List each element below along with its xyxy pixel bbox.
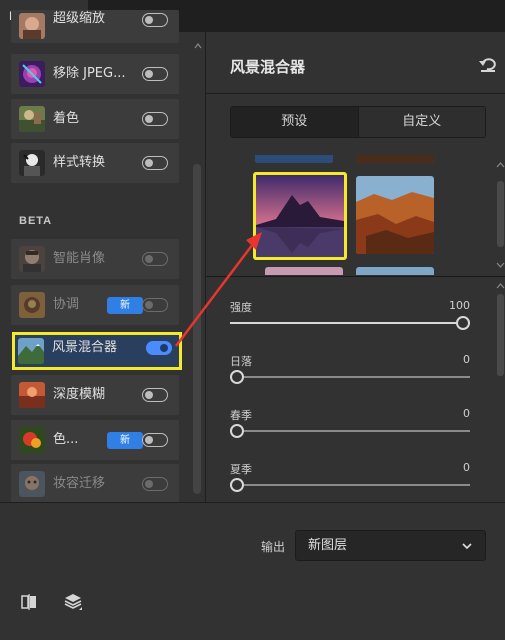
- preset-thumb-sunset-mountain[interactable]: [253, 172, 347, 260]
- filter-item-super-zoom[interactable]: 超级缩放: [11, 10, 179, 43]
- filter-label: 妆容迁移: [53, 476, 106, 491]
- slider-label: 夏季: [230, 463, 252, 476]
- slider-handle[interactable]: [230, 370, 244, 384]
- preset-gallery: [206, 155, 495, 275]
- slider-value[interactable]: 0: [463, 407, 470, 420]
- filter-label: 深度模糊: [53, 387, 106, 402]
- filter-label: 着色: [53, 111, 80, 126]
- slider-handle[interactable]: [456, 316, 470, 330]
- scroll-up-icon[interactable]: [496, 282, 505, 290]
- output-select-value: 新图层: [308, 538, 348, 553]
- filter-label: 超级缩放: [53, 11, 106, 26]
- slider-handle[interactable]: [230, 424, 244, 438]
- colorize-thumb: [19, 106, 45, 132]
- scroll-up-icon[interactable]: [194, 42, 202, 50]
- filter-toggle[interactable]: [142, 13, 168, 27]
- filter-item-style-transfer[interactable]: 样式转换: [11, 143, 179, 183]
- slider-track[interactable]: [230, 430, 470, 432]
- preset-thumb-row3-b[interactable]: [356, 267, 434, 275]
- smart-portrait-thumb: [19, 246, 45, 272]
- new-badge: 新: [107, 297, 143, 314]
- slider-track[interactable]: [230, 484, 470, 486]
- filter-toggle[interactable]: [142, 388, 168, 402]
- preset-thumb-red-cliffs[interactable]: [356, 155, 434, 163]
- preset-custom-tabs: 预设 自定义: [230, 106, 486, 138]
- panel-title: 风景混合器: [230, 58, 306, 76]
- preset-thumb-row3-a[interactable]: [265, 267, 343, 275]
- compare-icon[interactable]: [18, 591, 40, 613]
- slider-value[interactable]: 0: [463, 353, 470, 366]
- filter-label: 协调: [53, 297, 80, 312]
- harmonization-thumb: [19, 292, 45, 318]
- slider-sunset: 日落 0: [230, 353, 470, 393]
- filter-toggle[interactable]: [142, 112, 168, 126]
- reset-icon[interactable]: [478, 55, 498, 73]
- slider-label: 强度: [230, 301, 252, 314]
- slider-summer: 夏季 0: [230, 461, 470, 501]
- scroll-down-icon[interactable]: [496, 261, 505, 269]
- output-bar: [0, 502, 505, 640]
- slider-track[interactable]: [230, 376, 470, 378]
- filter-toggle[interactable]: [142, 156, 168, 170]
- filter-item-color-transfer[interactable]: 色... 新: [11, 420, 179, 460]
- preset-thumb-canyon[interactable]: [356, 176, 434, 254]
- slider-value[interactable]: 100: [449, 299, 470, 312]
- filter-item-makeup-transfer[interactable]: 妆容迁移: [11, 464, 179, 504]
- slider-value[interactable]: 0: [463, 461, 470, 474]
- layers-icon[interactable]: [62, 591, 84, 613]
- divider: [206, 276, 505, 277]
- filter-item-smart-portrait[interactable]: 智能肖像: [11, 239, 179, 279]
- section-beta-heading: BETA: [19, 215, 53, 227]
- gallery-scrollbar[interactable]: [496, 157, 505, 273]
- tab-custom[interactable]: 自定义: [357, 107, 485, 137]
- preset-thumb-winter-lake[interactable]: [255, 155, 333, 163]
- filter-toggle[interactable]: [142, 67, 168, 81]
- chevron-down-icon: [462, 543, 472, 550]
- output-label: 输出: [261, 540, 286, 554]
- filter-label: 移除 JPEG...: [53, 66, 126, 81]
- settings-scrollbar[interactable]: [496, 280, 505, 500]
- filter-toggle[interactable]: [142, 433, 168, 447]
- new-badge: 新: [107, 432, 143, 449]
- filter-toggle[interactable]: [142, 252, 168, 266]
- filter-label: 智能肖像: [53, 251, 106, 266]
- filter-toggle[interactable]: [142, 477, 168, 491]
- filter-item-jpeg[interactable]: 移除 JPEG...: [11, 54, 179, 94]
- divider: [206, 93, 505, 94]
- filter-label: 色...: [53, 432, 79, 447]
- slider-label: 春季: [230, 409, 252, 422]
- slider-fill: [230, 322, 470, 324]
- portrait-zoom-thumb: [19, 13, 45, 39]
- landscape-mixer-thumb: [18, 338, 44, 364]
- filter-item-harmonization[interactable]: 协调 新: [11, 285, 179, 325]
- jpeg-artifact-thumb: [19, 61, 45, 87]
- scroll-up-icon[interactable]: [496, 161, 505, 169]
- style-transfer-thumb: [19, 150, 45, 176]
- gallery-scrollbar-thumb[interactable]: [497, 181, 504, 247]
- output-select[interactable]: 新图层: [295, 530, 486, 561]
- filter-item-depth-blur[interactable]: 深度模糊: [11, 375, 179, 415]
- color-transfer-thumb: [19, 427, 45, 453]
- filter-item-colorize[interactable]: 着色: [11, 99, 179, 139]
- left-scrollbar-thumb[interactable]: [193, 164, 201, 494]
- tab-presets[interactable]: 预设: [231, 107, 358, 137]
- filter-label: 风景混合器: [52, 340, 118, 355]
- filter-toggle[interactable]: [142, 298, 168, 312]
- depth-blur-thumb: [19, 382, 45, 408]
- filter-label: 样式转换: [53, 155, 106, 170]
- makeup-transfer-thumb: [19, 471, 45, 497]
- filter-item-landscape-mixer[interactable]: 风景混合器: [12, 332, 182, 370]
- slider-label: 日落: [230, 355, 252, 368]
- slider-handle[interactable]: [230, 478, 244, 492]
- filter-toggle-on[interactable]: [146, 341, 172, 355]
- settings-scrollbar-thumb[interactable]: [497, 294, 504, 376]
- slider-strength: 强度 100: [230, 299, 470, 339]
- slider-spring: 春季 0: [230, 407, 470, 447]
